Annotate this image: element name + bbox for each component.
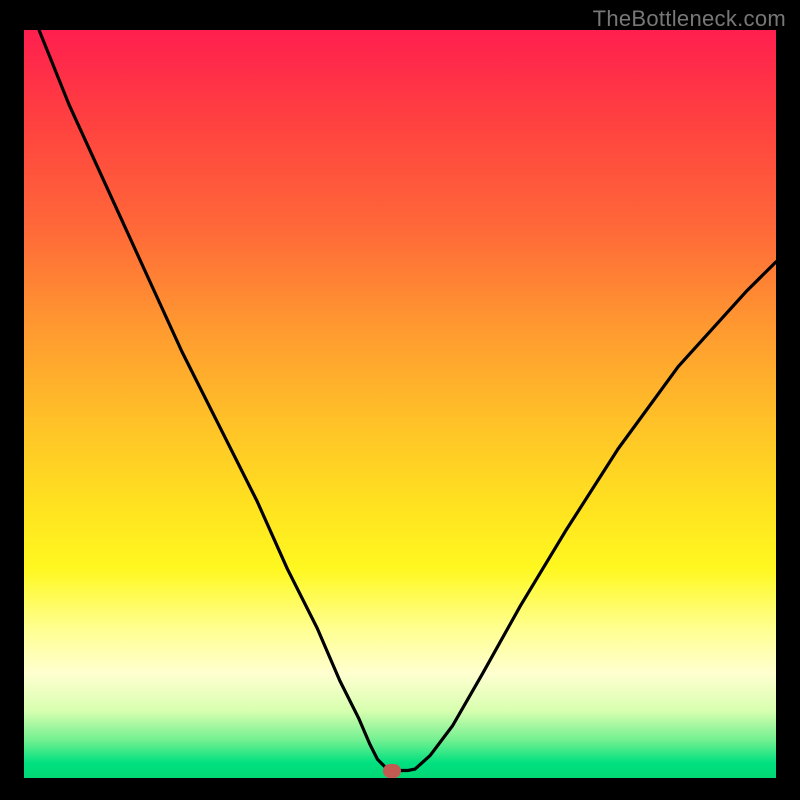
bottleneck-curve [24,30,776,778]
watermark-text: TheBottleneck.com [593,6,786,32]
chart-frame: TheBottleneck.com [0,0,800,800]
plot-area [24,30,776,778]
optimal-point-marker [383,764,401,778]
